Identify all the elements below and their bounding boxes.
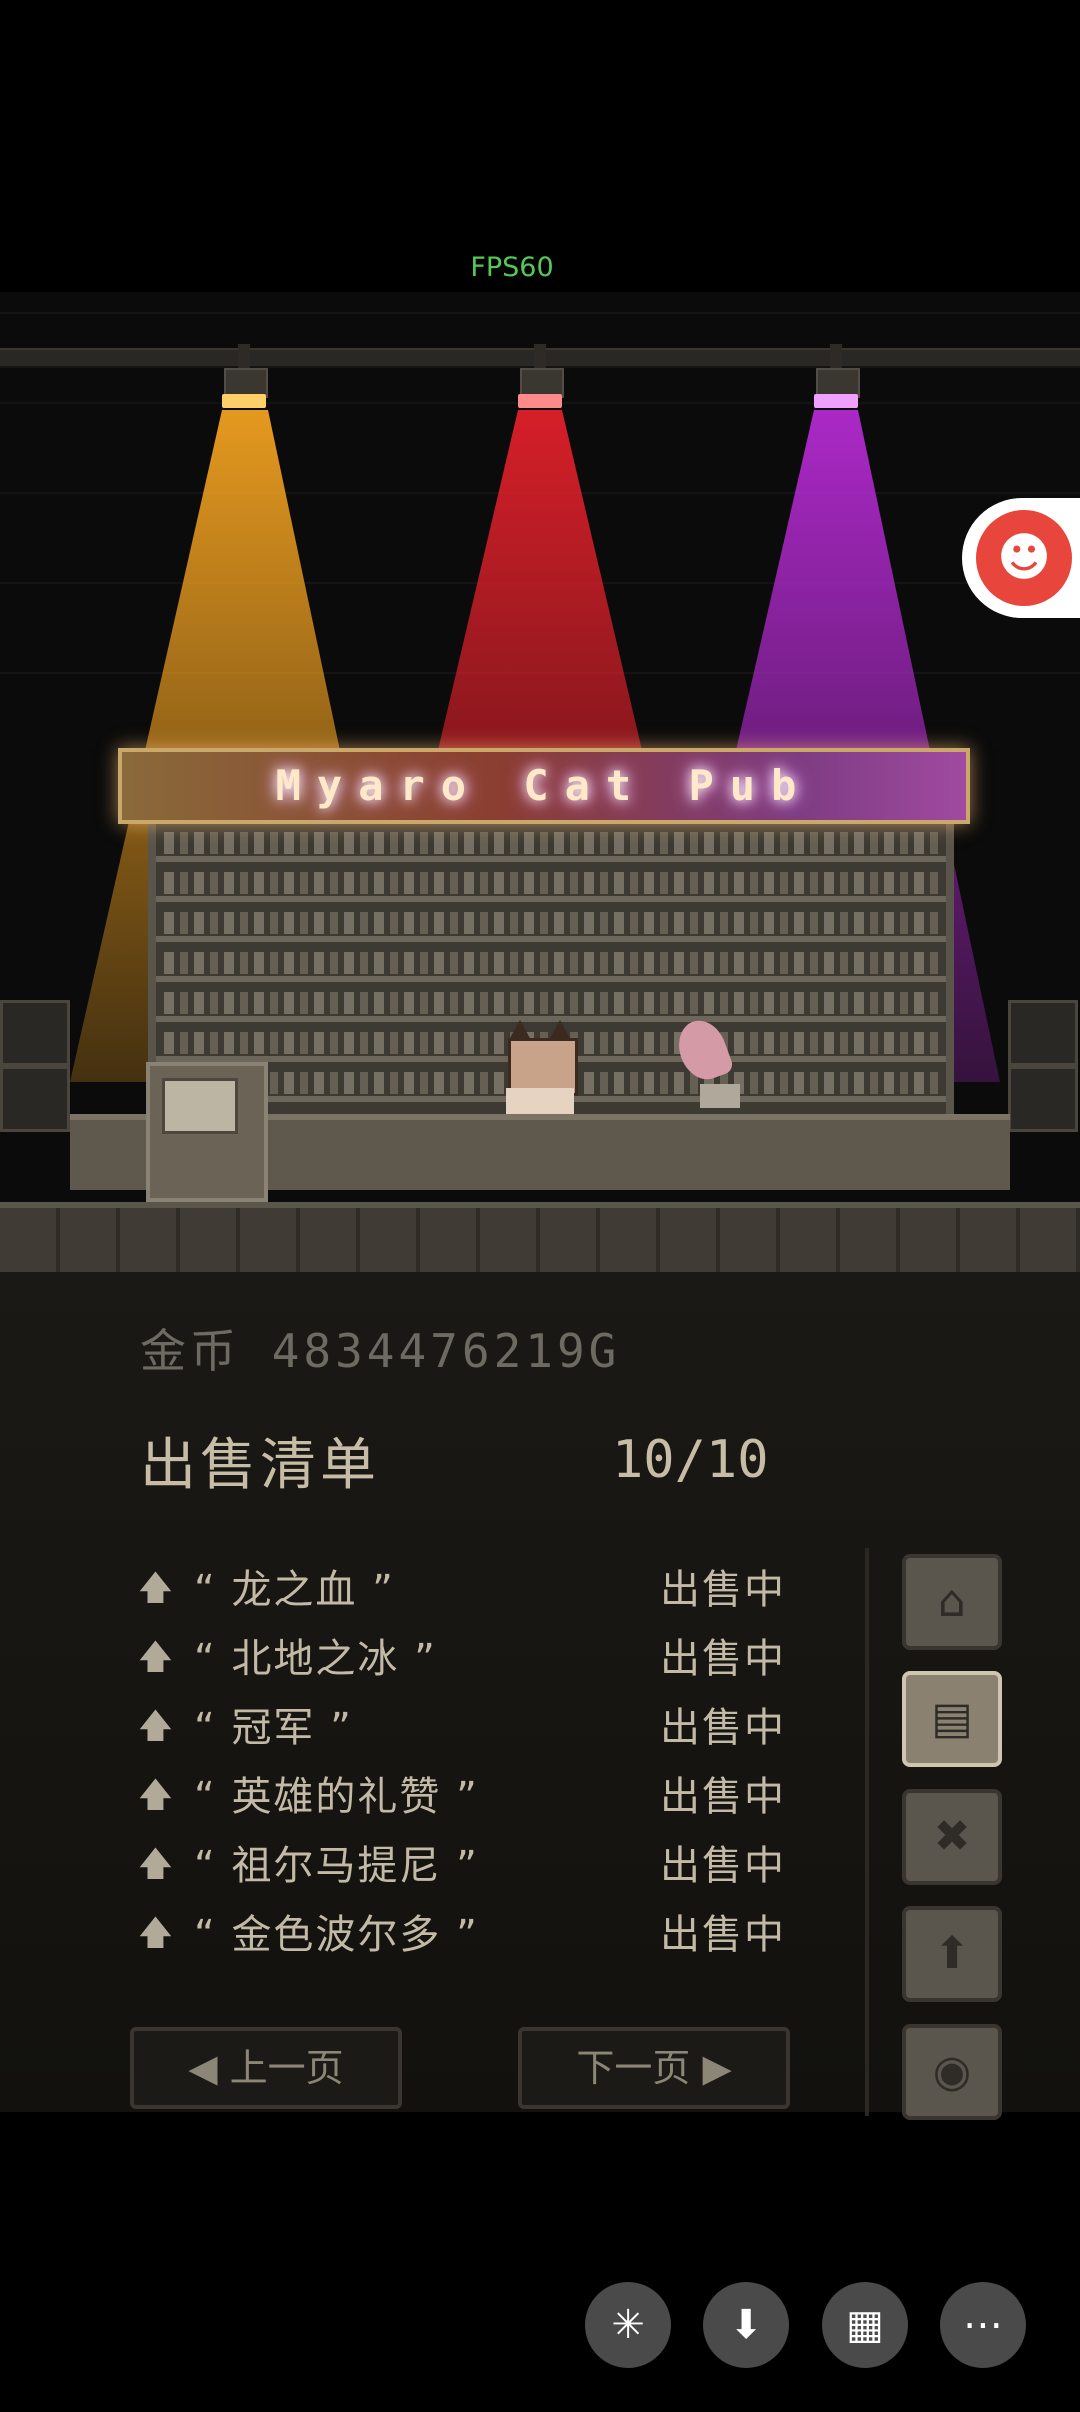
sale-item-status: 出售中 xyxy=(660,1705,786,1751)
sale-item-name: “ 金色波尔多 ” xyxy=(194,1912,479,1958)
upgrade-button[interactable]: ⬆ xyxy=(902,1906,1002,2002)
more-button[interactable]: ⋯ xyxy=(940,2282,1026,2368)
panel-divider xyxy=(865,1548,869,2116)
sale-list-button[interactable]: ▤ xyxy=(902,1671,1002,1767)
sale-item-status: 出售中 xyxy=(660,1774,786,1820)
prev-page-label: 上一页 xyxy=(229,2046,344,2090)
sale-item-status: 出售中 xyxy=(660,1843,786,1889)
paw-icon: ☻ xyxy=(976,510,1072,606)
sale-item[interactable]: 🡅 “ 北地之冰 ” 出售中 xyxy=(138,1629,798,1689)
up-arrow-icon: 🡅 xyxy=(138,1706,173,1746)
apps-button[interactable]: ▦ xyxy=(822,2282,908,2368)
sale-item[interactable]: 🡅 “ 英雄的礼赞 ” 出售中 xyxy=(138,1767,798,1827)
floor xyxy=(0,1202,1080,1272)
sparkle-icon: ✳ xyxy=(611,2302,645,2348)
sale-item[interactable]: 🡅 “ 冠军 ” 出售中 xyxy=(138,1698,798,1758)
stage-lamp-orange xyxy=(222,344,268,412)
up-arrow-icon: 🡅 xyxy=(138,1637,173,1677)
upgrade-arrow-icon: ⬆ xyxy=(933,1928,971,1979)
sparkle-button[interactable]: ✳ xyxy=(585,2282,671,2368)
sale-item-name: “ 龙之血 ” xyxy=(194,1567,395,1613)
sale-item-status: 出售中 xyxy=(660,1636,786,1682)
crate xyxy=(0,1066,70,1132)
shop-button[interactable]: ⌂ xyxy=(902,1554,1002,1650)
gramophone[interactable] xyxy=(671,1013,740,1108)
sale-item[interactable]: 🡅 “ 祖尔马提尼 ” 出售中 xyxy=(138,1836,798,1896)
scroll-icon: ✖ xyxy=(933,1811,971,1862)
crate xyxy=(0,1000,70,1066)
next-page-label: 下一页 xyxy=(576,2046,691,2090)
stage-lamp-red xyxy=(518,344,564,412)
pub-scene: Myaro Cat Pub xyxy=(0,292,1080,1272)
sale-item-name: “ 北地之冰 ” xyxy=(194,1636,437,1682)
sale-item-name: “ 英雄的礼赞 ” xyxy=(194,1774,479,1820)
gold-label: 金币 xyxy=(140,1324,240,1378)
more-dots-icon: ⋯ xyxy=(963,2302,1003,2348)
stage-lamp-purple xyxy=(814,344,860,412)
menu-kiosk[interactable] xyxy=(146,1062,268,1202)
gold-value: 4834476219G xyxy=(271,1324,621,1378)
music-button[interactable]: ◉ xyxy=(902,2024,1002,2120)
gold-display: 金币 4834476219G xyxy=(140,1315,620,1381)
shop-icon: ⌂ xyxy=(938,1576,966,1627)
record-disc-icon: ◉ xyxy=(932,2046,972,2097)
sale-item[interactable]: 🡅 “ 金色波尔多 ” 出售中 xyxy=(138,1905,798,1965)
sale-item-name: “ 祖尔马提尼 ” xyxy=(194,1843,479,1889)
download-icon: ⬇ xyxy=(729,2302,763,2348)
next-page-button[interactable]: 下一页 ▶ xyxy=(518,2027,790,2109)
list-icon: ▤ xyxy=(931,1693,973,1744)
scroll-button[interactable]: ✖ xyxy=(902,1789,1002,1885)
sale-item-status: 出售中 xyxy=(660,1567,786,1613)
cat-bartender[interactable] xyxy=(502,1020,578,1118)
floating-app-button[interactable]: ☻ xyxy=(962,498,1080,618)
list-title: 出售清单 xyxy=(140,1433,380,1498)
pub-sign: Myaro Cat Pub xyxy=(118,748,970,824)
fps-counter: FPS60 xyxy=(470,252,554,283)
sale-item[interactable]: 🡅 “ 龙之血 ” 出售中 xyxy=(138,1560,798,1620)
prev-page-button[interactable]: ◀ 上一页 xyxy=(130,2027,402,2109)
apps-grid-icon: ▦ xyxy=(846,2302,884,2348)
up-arrow-icon: 🡅 xyxy=(138,1913,173,1953)
up-arrow-icon: 🡅 xyxy=(138,1775,173,1815)
page-count: 10/10 xyxy=(612,1430,769,1490)
sale-item-name: “ 冠军 ” xyxy=(194,1705,353,1751)
sale-item-status: 出售中 xyxy=(660,1912,786,1958)
download-button[interactable]: ⬇ xyxy=(703,2282,789,2368)
up-arrow-icon: 🡅 xyxy=(138,1844,173,1884)
triangle-right-icon: ▶ xyxy=(702,2046,732,2090)
crate xyxy=(1008,1000,1078,1066)
pub-sign-text: Myaro Cat Pub xyxy=(275,761,813,810)
up-arrow-icon: 🡅 xyxy=(138,1568,173,1608)
crate xyxy=(1008,1066,1078,1132)
triangle-left-icon: ◀ xyxy=(188,2046,218,2090)
